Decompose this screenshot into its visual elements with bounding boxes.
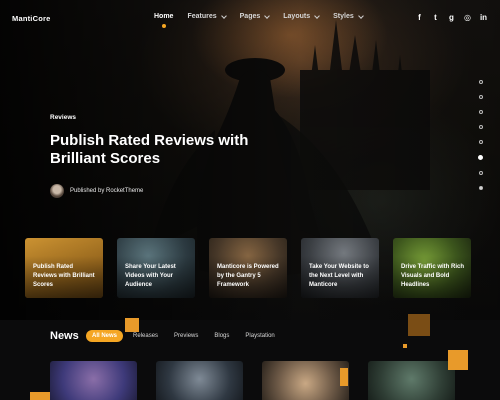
decorative-square [403,344,407,348]
news-card-thumbnail[interactable] [156,361,243,400]
chevron-down-icon [314,12,320,19]
instagram-icon[interactable]: ◎ [463,13,472,22]
slider-dot[interactable] [478,186,483,190]
hero-title[interactable]: Publish Rated Reviews with Brilliant Sco… [50,132,290,168]
tab-previews[interactable]: Previews [168,330,204,342]
linkedin-icon[interactable]: in [479,13,488,22]
feature-card-title: Share Your Latest Videos with Your Audie… [125,264,176,288]
author-byline: Published by RocketTheme [50,184,143,198]
slider-dot[interactable] [478,110,483,114]
decorative-square [408,314,430,336]
news-heading: News [50,330,79,342]
nav-styles-label: Styles [333,13,354,20]
chevron-down-icon [264,12,271,19]
feature-card[interactable]: Publish Rated Reviews with Brilliant Sco… [25,238,103,298]
github-icon[interactable]: g [447,13,456,22]
site-logo[interactable]: MantiCore [12,14,50,23]
decorative-square [30,392,50,400]
nav-home-label: Home [154,13,174,20]
decorative-square [448,350,468,370]
feature-card-title: Take Your Website to the Next Level with… [309,264,369,288]
slider-dot[interactable] [478,125,483,129]
feature-card[interactable]: Share Your Latest Videos with Your Audie… [117,238,195,298]
nav-home[interactable]: Home [154,13,174,28]
chevron-down-icon [357,12,364,19]
news-tabs: All News Releases Previews Blogs Playsta… [86,330,281,342]
nav-features-label: Features [187,13,217,20]
chevron-down-icon [220,12,227,19]
feature-card-title: Manticore is Powered by the Gantry 5 Fra… [217,264,279,288]
feature-card[interactable]: Take Your Website to the Next Level with… [301,238,379,298]
hero-category[interactable]: Reviews [50,114,76,121]
news-card-thumbnail[interactable] [262,361,349,400]
nav-pages[interactable]: Pages [239,12,271,20]
slider-dot[interactable] [478,80,483,84]
author-text: Published by RocketTheme [70,188,144,194]
feature-card[interactable]: Manticore is Powered by the Gantry 5 Fra… [209,238,287,298]
social-links: f t g ◎ in [415,13,488,22]
news-card-thumbnail[interactable] [368,361,455,400]
decorative-square [340,368,348,386]
tab-playstation[interactable]: Playstation [239,330,280,342]
decorative-square [125,318,139,332]
slider-dot[interactable] [478,95,483,99]
nav-styles[interactable]: Styles [333,12,364,20]
slider-dots [478,80,483,190]
main-nav: Home Features Pages Layouts Styles [154,12,364,28]
tab-all-news[interactable]: All News [86,330,124,342]
facebook-icon[interactable]: f [415,13,424,22]
avatar [50,184,64,198]
nav-layouts-label: Layouts [283,13,311,20]
slider-dot-active[interactable] [478,155,483,160]
feature-cards: Publish Rated Reviews with Brilliant Sco… [25,238,471,298]
slider-dot[interactable] [478,140,483,144]
feature-card-title: Drive Traffic with Rich Visuals and Bold… [401,264,465,288]
twitter-icon[interactable]: t [431,13,440,22]
tab-blogs[interactable]: Blogs [208,330,235,342]
news-list [50,361,455,400]
nav-features[interactable]: Features [187,12,227,20]
news-card-thumbnail[interactable] [50,361,137,400]
feature-card[interactable]: Drive Traffic with Rich Visuals and Bold… [393,238,471,298]
feature-card-title: Publish Rated Reviews with Brilliant Sco… [33,264,95,288]
nav-pages-label: Pages [239,13,261,20]
nav-layouts[interactable]: Layouts [283,12,320,20]
slider-dot[interactable] [478,171,483,175]
